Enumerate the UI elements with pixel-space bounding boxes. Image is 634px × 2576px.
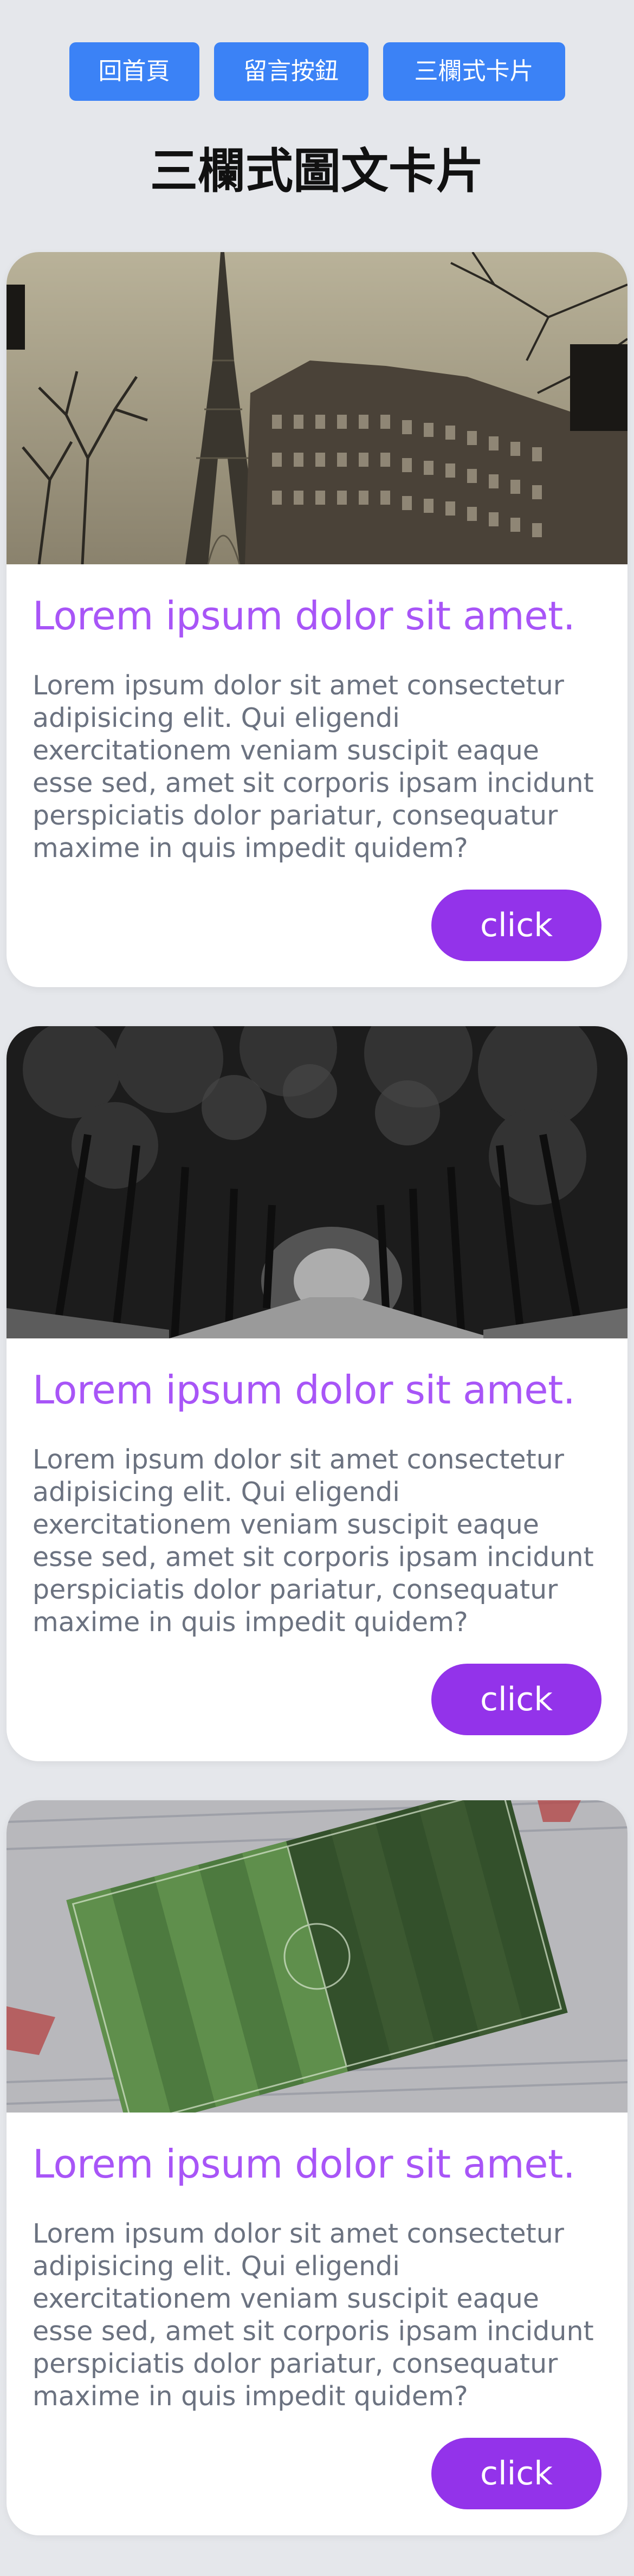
card-image-tree-avenue bbox=[7, 1026, 627, 1338]
card-click-button[interactable]: click bbox=[431, 890, 601, 961]
three-column-cards-button[interactable]: 三欄式卡片 bbox=[383, 42, 565, 101]
card-image-stadium bbox=[7, 1800, 627, 2113]
card-text: Lorem ipsum dolor sit amet consectetur a… bbox=[33, 1444, 594, 1638]
card: Lorem ipsum dolor sit amet. Lorem ipsum … bbox=[7, 1026, 627, 1761]
card: Lorem ipsum dolor sit amet. Lorem ipsum … bbox=[7, 1800, 627, 2535]
page-title: 三欄式圖文卡片 bbox=[150, 143, 484, 199]
card-click-button[interactable]: click bbox=[431, 2438, 601, 2509]
card: Lorem ipsum dolor sit amet. Lorem ipsum … bbox=[7, 252, 627, 987]
card-title: Lorem ipsum dolor sit amet. bbox=[33, 593, 575, 639]
card-text: Lorem ipsum dolor sit amet consectetur a… bbox=[33, 670, 594, 864]
card-text: Lorem ipsum dolor sit amet consectetur a… bbox=[33, 2218, 594, 2412]
card-click-button[interactable]: click bbox=[431, 1664, 601, 1735]
message-button[interactable]: 留言按鈕 bbox=[214, 42, 368, 101]
card-title: Lorem ipsum dolor sit amet. bbox=[33, 2141, 575, 2187]
card-image-eiffel-tower bbox=[7, 252, 627, 564]
page: 回首頁 留言按鈕 三欄式卡片 三欄式圖文卡片 Lorem ipsum dolor… bbox=[0, 0, 634, 2576]
home-button[interactable]: 回首頁 bbox=[69, 42, 199, 101]
top-nav: 回首頁 留言按鈕 三欄式卡片 bbox=[0, 42, 634, 101]
card-title: Lorem ipsum dolor sit amet. bbox=[33, 1367, 575, 1413]
